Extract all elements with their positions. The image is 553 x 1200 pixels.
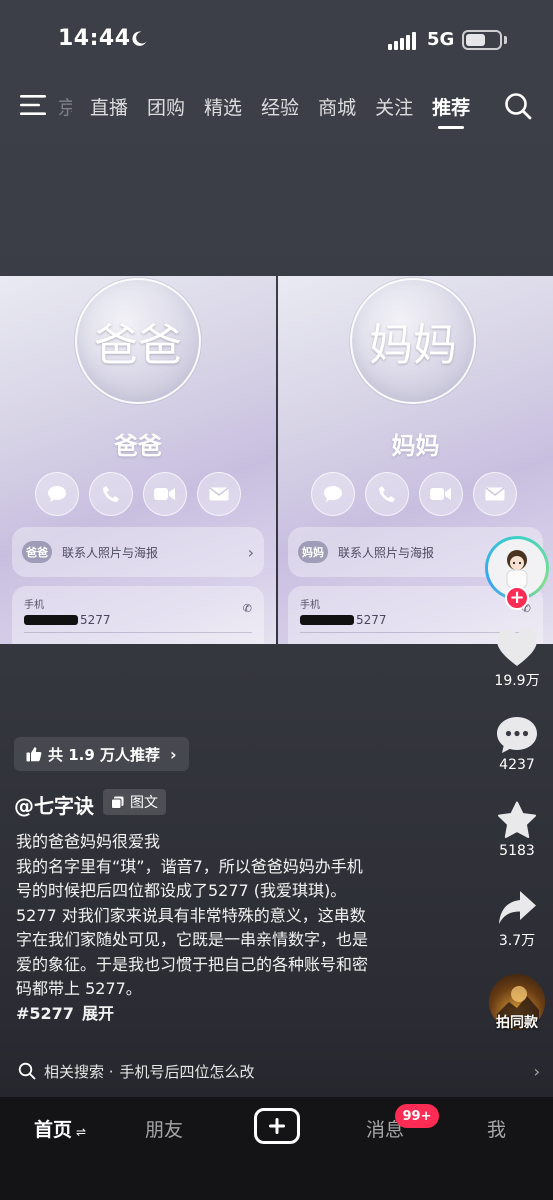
contact-avatar: 妈妈 (350, 278, 476, 404)
share-arrow-icon (499, 891, 536, 924)
share-count: 3.7万 (498, 933, 536, 949)
battery-icon (462, 30, 502, 50)
caption-line: 5277 对我们家来说具有非常特殊的意义，这串数 (16, 905, 366, 925)
menu-icon[interactable] (20, 94, 48, 116)
nav-friends[interactable]: 朋友 (145, 1115, 183, 1142)
same-style-label[interactable]: 拍同款 (486, 1012, 548, 1032)
thumbs-up-icon (26, 747, 42, 762)
image-icon (111, 796, 124, 809)
divider (24, 632, 252, 633)
contact-avatar: 爸爸 (75, 278, 201, 404)
video-icon (143, 472, 187, 516)
switch-icon: ⇌ (76, 1125, 87, 1139)
contact-name: 爸爸 (114, 432, 162, 460)
share-button[interactable]: 3.7万 (488, 888, 546, 950)
phone-icon (365, 472, 409, 516)
nav-home-label: 首页 (34, 1119, 73, 1141)
messages-badge: 99+ (395, 1104, 439, 1128)
battery-tip (504, 36, 507, 44)
star-icon (498, 801, 536, 838)
tab-following[interactable]: 关注 (375, 93, 413, 120)
expand-button[interactable]: 展开 (82, 1004, 114, 1023)
caption-line: 爱的象征。于是我也习惯于把自己的各种账号和密 (16, 954, 369, 974)
video-icon (419, 472, 463, 516)
caption-line: 字在我们家随处可见，它既是一串亲情数字，也是 (16, 930, 369, 949)
caption-line: 码都带上 5277。 (16, 979, 142, 998)
phone-label: 手机 (24, 600, 44, 611)
recommend-pill[interactable]: 共 1.9 万人推荐 › (14, 737, 189, 771)
phone-label: 手机 (300, 600, 320, 611)
comment-button[interactable]: 4237 (488, 715, 546, 773)
contact-poster-row: 爸爸 联系人照片与海报 › (12, 527, 264, 577)
search-icon (18, 1062, 36, 1080)
related-search-prefix: 相关搜索 · (44, 1062, 114, 1081)
follow-button[interactable]: + (505, 586, 529, 610)
mail-icon (473, 472, 517, 516)
heart-icon (497, 629, 537, 666)
comment-count: 4237 (499, 757, 535, 773)
post-image[interactable]: 爸爸 爸爸 爸爸 联系人照片与海报 › 手机 5277 ✆ 妈妈 妈妈 妈妈 联… (0, 276, 553, 644)
like-button[interactable]: 19.9万 (488, 628, 546, 690)
caption-last-line: #5277 展开 (16, 1002, 436, 1027)
caption-line: 我的名字里有“琪”，谐音7，所以爸爸妈妈办手机 (16, 856, 363, 876)
related-search-query: 手机号后四位怎么改 (119, 1062, 255, 1081)
post-type-tag: 图文 (103, 789, 166, 815)
contact-actions (35, 472, 241, 516)
chevron-right-icon: › (170, 744, 177, 764)
top-tabs: 京 直播 团购 精选 经验 商城 关注 推荐 (58, 90, 489, 129)
nav-home[interactable]: 首页 ⇌ (34, 1115, 86, 1142)
moon-icon (132, 31, 147, 46)
contact-actions (311, 472, 517, 516)
tab-faded[interactable]: 京 (58, 93, 72, 120)
post-type-label: 图文 (130, 795, 158, 811)
battery-level (466, 34, 485, 46)
tab-live[interactable]: 直播 (90, 93, 128, 120)
tab-recommend[interactable]: 推荐 (432, 93, 470, 129)
post-caption[interactable]: 我的爸爸妈妈很爱我 我的名字里有“琪”，谐音7，所以爸爸妈妈办手机 号的时候把后… (16, 830, 436, 1026)
message-icon (311, 472, 355, 516)
contact-card-dad: 爸爸 爸爸 爸爸 联系人照片与海报 › 手机 5277 ✆ (0, 276, 276, 644)
favorite-count: 5183 (499, 843, 535, 859)
comment-icon (497, 717, 537, 753)
create-button[interactable] (254, 1108, 300, 1144)
phone-icon: ✆ (242, 602, 252, 615)
signal-icon (388, 32, 416, 50)
chevron-right-icon: › (533, 1061, 540, 1081)
related-search-bar[interactable]: 相关搜索 · 手机号后四位怎么改 › (18, 1058, 540, 1084)
nav-me[interactable]: 我 (487, 1115, 506, 1142)
plus-icon (269, 1118, 285, 1134)
phone-icon (89, 472, 133, 516)
caption-line: 我的爸爸妈妈很爱我 (16, 832, 161, 851)
recommend-count: 共 1.9 万人推荐 (48, 745, 161, 764)
like-count: 19.9万 (494, 673, 540, 689)
status-time: 14:44 (58, 26, 131, 51)
search-icon[interactable] (503, 91, 533, 121)
mail-icon (197, 472, 241, 516)
tab-experience[interactable]: 经验 (261, 93, 299, 120)
chevron-right-icon: › (247, 542, 254, 562)
phone-number-suffix: 5277 (80, 613, 111, 627)
tab-mall[interactable]: 商城 (318, 93, 356, 120)
network-type: 5G (427, 29, 455, 50)
author-name[interactable]: @七字诀 (14, 790, 94, 819)
phone-number-suffix: 5277 (356, 613, 387, 627)
tab-featured[interactable]: 精选 (204, 93, 242, 120)
favorite-button[interactable]: 5183 (488, 801, 546, 859)
hashtag-link[interactable]: #5277 (16, 1004, 74, 1023)
tab-group-buy[interactable]: 团购 (147, 93, 185, 120)
message-icon (35, 472, 79, 516)
caption-line: 号的时候把后四位都设成了5277 (我爱琪琪)。 (16, 881, 347, 900)
poster-badge: 爸爸 (22, 541, 52, 563)
redaction-bar (24, 615, 78, 625)
redaction-bar (300, 615, 354, 625)
phone-row: 手机 5277 ✆ (12, 586, 264, 644)
poster-badge: 妈妈 (298, 541, 328, 563)
contact-name: 妈妈 (391, 432, 440, 460)
poster-label: 联系人照片与海报 (62, 545, 159, 560)
